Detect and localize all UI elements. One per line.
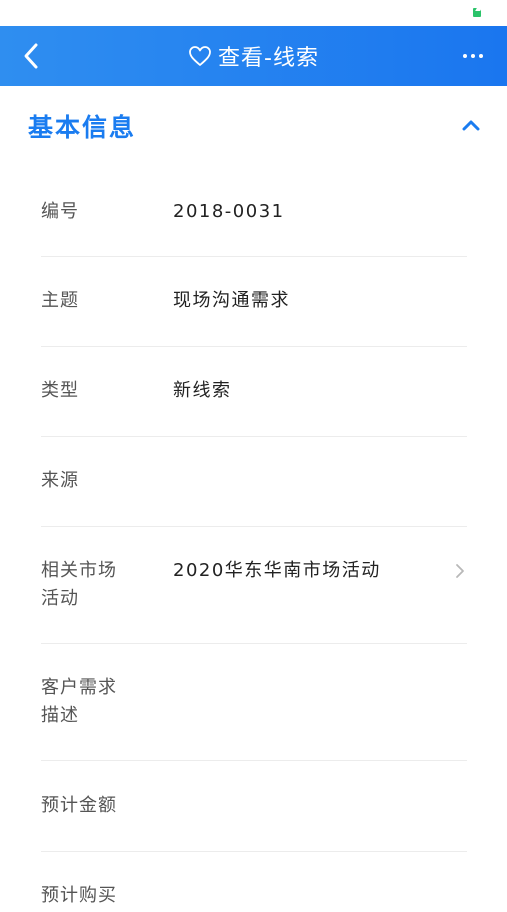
field-label-line: 描述: [41, 705, 79, 726]
field-value: 新线索: [173, 380, 232, 401]
field-label-line: 相关市场: [41, 560, 117, 581]
collapse-button[interactable]: [459, 114, 483, 138]
field-row-market-activity[interactable]: 相关市场 活动 2020华东华南市场活动: [41, 527, 467, 644]
field-row-subject: 主题 现场沟通需求: [41, 257, 467, 347]
nav-bar: 查看-线索: [0, 26, 507, 86]
field-value: 2018-0031: [173, 201, 285, 222]
page-title: 查看-线索: [218, 46, 319, 71]
field-row-estimated-amount: 预计金额: [41, 761, 467, 852]
field-list: 编号 2018-0031 主题 现场沟通需求 类型 新线索 来源 相关市场 活动…: [41, 170, 467, 912]
chevron-up-icon: [462, 120, 480, 131]
field-row-customer-needs: 客户需求 描述: [41, 644, 467, 761]
section-header: 基本信息: [0, 86, 507, 170]
field-label: 来源: [41, 470, 79, 491]
section-title: 基本信息: [28, 113, 137, 142]
field-row-number: 编号 2018-0031: [41, 170, 467, 257]
field-label: 预计购买: [41, 885, 117, 906]
more-button[interactable]: [455, 38, 491, 74]
field-row-source: 来源: [41, 437, 467, 527]
more-icon: [461, 54, 485, 58]
field-label-line: 活动: [41, 588, 79, 609]
chevron-right-icon: [456, 564, 464, 578]
field-value: 2020华东华南市场活动: [173, 560, 381, 581]
battery-icon: [473, 8, 481, 17]
field-row-estimated-purchase: 预计购买: [41, 852, 467, 912]
field-label: 类型: [41, 380, 79, 401]
field-row-type: 类型 新线索: [41, 347, 467, 437]
field-label: 客户需求 描述: [41, 674, 117, 730]
field-value: 现场沟通需求: [173, 290, 290, 311]
heart-icon[interactable]: [188, 44, 212, 68]
field-label: 主题: [41, 290, 79, 311]
nav-title-group: 查看-线索: [0, 26, 507, 86]
field-label: 预计金额: [41, 795, 117, 816]
field-label: 编号: [41, 201, 79, 222]
field-label: 相关市场 活动: [41, 557, 117, 613]
status-bar: [0, 0, 507, 26]
field-label-line: 客户需求: [41, 677, 117, 698]
